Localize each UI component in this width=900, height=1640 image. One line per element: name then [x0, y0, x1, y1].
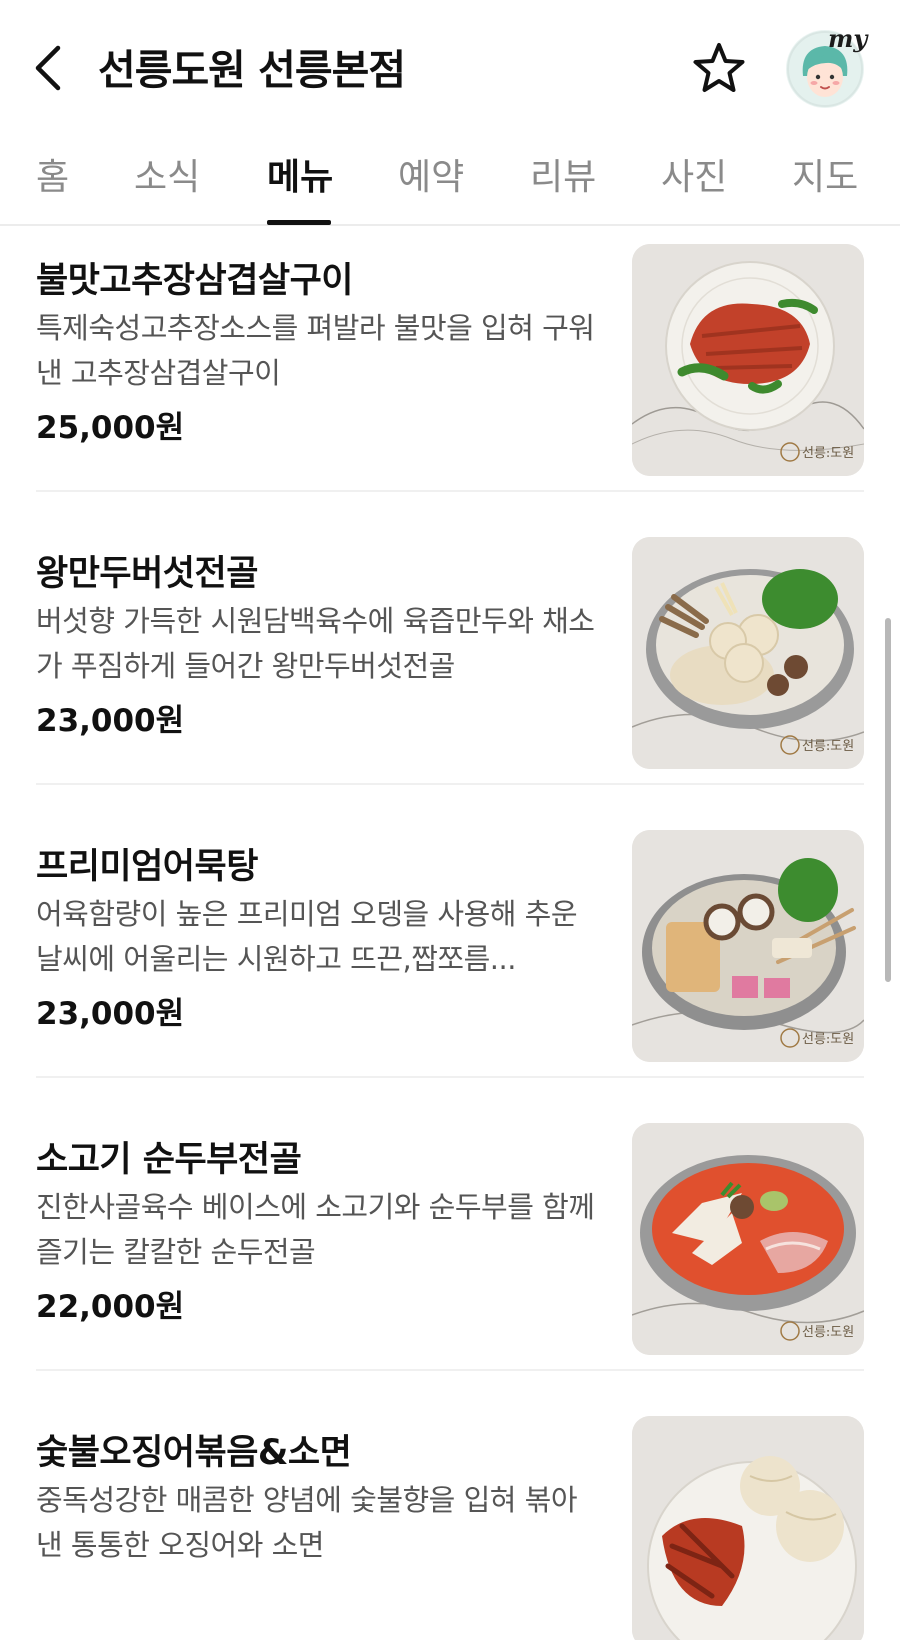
menu-item-price: 22,000원: [36, 1289, 185, 1325]
menu-item-price: 25,000원: [36, 410, 185, 446]
menu-item[interactable]: 소고기 순두부전골 진한사골육수 베이스에 소고기와 순두부를 함께 즐기는 칼…: [36, 1107, 864, 1413]
menu-item-photo: 선릉:도원: [632, 244, 864, 476]
restaurant-logo: 선릉:도원: [802, 1032, 855, 1047]
tab-home[interactable]: 홈: [36, 148, 69, 200]
tab-map[interactable]: 지도: [792, 148, 858, 200]
menu-item-description: 어육함량이 높은 프리미엄 오뎅을 사용해 추운날씨에 어울리는 시원하고 뜨끈…: [36, 897, 578, 976]
menu-item[interactable]: 숯불오징어볶음&소면 중독성강한 매콤한 양념에 숯불향을 입혀 볶아낸 통통한…: [36, 1400, 864, 1640]
favorite-button[interactable]: [690, 40, 748, 98]
menu-item-photo: 선릉:도원: [632, 830, 864, 1062]
tab-review[interactable]: 리뷰: [530, 148, 596, 200]
chevron-left-icon: [35, 45, 61, 91]
menu-divider: [36, 490, 864, 492]
tab-news[interactable]: 소식: [134, 148, 200, 200]
tab-menu[interactable]: 메뉴: [267, 148, 333, 200]
menu-item-name: 왕만두버섯전골: [36, 554, 258, 594]
menu-divider: [36, 783, 864, 785]
tab-photo[interactable]: 사진: [661, 148, 727, 200]
menu-divider: [36, 1076, 864, 1078]
my-profile-avatar[interactable]: my: [786, 24, 867, 108]
menu-divider: [36, 1369, 864, 1371]
my-badge: my: [828, 24, 868, 53]
menu-item-description: 특제숙성고추장소스를 펴발라 불맛을 입혀 구워낸 고추장삼겹살구이: [36, 311, 595, 390]
back-button[interactable]: [30, 40, 70, 96]
menu-list: 불맛고추장삼겹살구이 특제숙성고추장소스를 펴발라 불맛을 입혀 구워낸 고추장…: [0, 228, 900, 1640]
menu-item[interactable]: 왕만두버섯전골 버섯향 가득한 시원담백육수에 육즙만두와 채소가 푸짐하게 들…: [36, 521, 864, 827]
active-tab-indicator: [267, 220, 331, 225]
menu-item-name: 소고기 순두부전골: [36, 1140, 302, 1180]
restaurant-logo: 선릉:도원: [802, 739, 855, 754]
menu-item-name: 숯불오징어볶음&소면: [36, 1433, 352, 1473]
menu-item-price: 23,000원: [36, 703, 185, 739]
menu-item-price: 23,000원: [36, 996, 185, 1032]
menu-item-description: 중독성강한 매콤한 양념에 숯불향을 입혀 볶아낸 통통한 오징어와 소면: [36, 1483, 578, 1562]
app-header: 선릉도원 선릉본점 my: [0, 0, 900, 128]
menu-item-photo: 선릉:도원: [632, 537, 864, 769]
menu-item[interactable]: 프리미엄어묵탕 어육함량이 높은 프리미엄 오뎅을 사용해 추운날씨에 어울리는…: [36, 814, 864, 1120]
menu-item-description: 버섯향 가득한 시원담백육수에 육즙만두와 채소가 푸짐하게 들어간 왕만두버섯…: [36, 604, 595, 683]
restaurant-logo: 선릉:도원: [802, 1325, 855, 1340]
menu-item-name: 불맛고추장삼겹살구이: [36, 261, 354, 301]
star-outline-icon: [693, 43, 745, 92]
menu-item-photo: [632, 1416, 864, 1640]
menu-item[interactable]: 불맛고추장삼겹살구이 특제숙성고추장소스를 펴발라 불맛을 입혀 구워낸 고추장…: [36, 228, 864, 534]
menu-item-name: 프리미엄어묵탕: [36, 847, 258, 887]
menu-item-description: 진한사골육수 베이스에 소고기와 순두부를 함께 즐기는 칼칼한 순두전골: [36, 1190, 595, 1269]
restaurant-logo: 선릉:도원: [802, 446, 855, 461]
scrollbar[interactable]: [885, 618, 891, 982]
page-title: 선릉도원 선릉본점: [98, 46, 406, 94]
tab-reservation[interactable]: 예약: [398, 148, 464, 200]
tab-bar: 홈 소식 메뉴 예약 리뷰 사진 지도: [0, 128, 900, 226]
menu-item-photo: 선릉:도원: [632, 1123, 864, 1355]
